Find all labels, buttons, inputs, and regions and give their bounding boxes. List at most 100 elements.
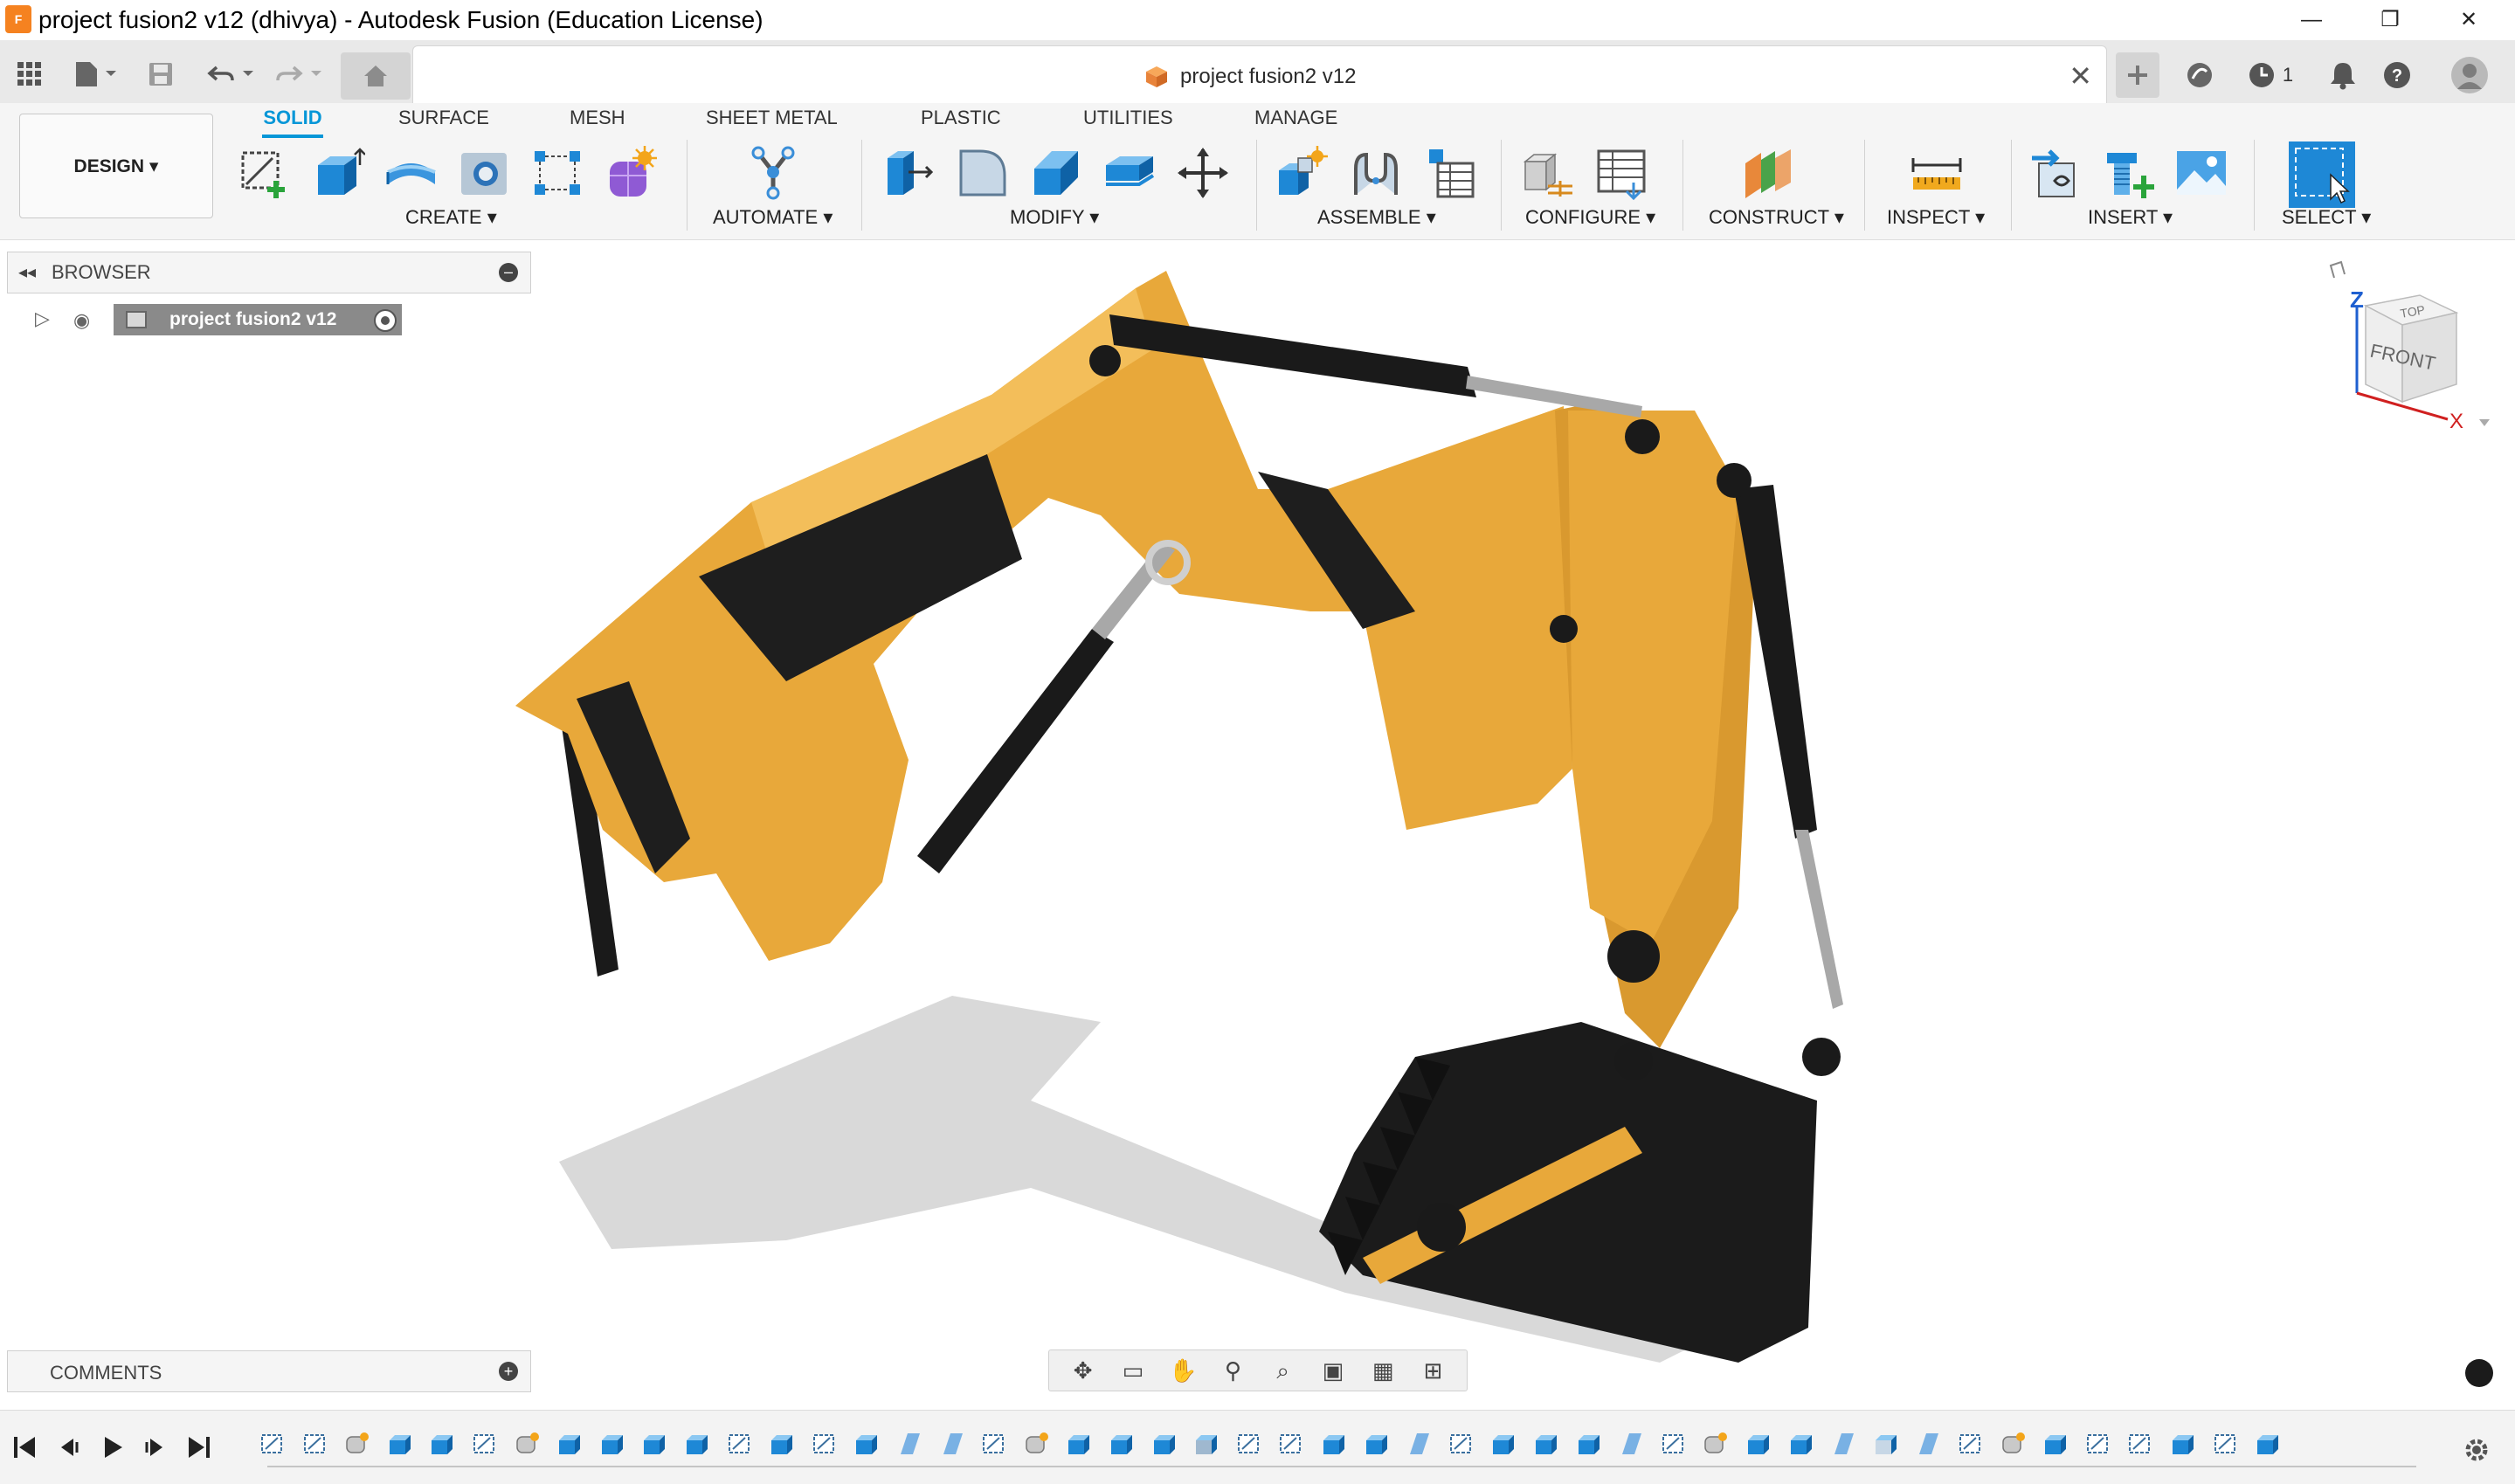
browser-root-node[interactable]: ▷ ◉ project fusion2 v12 bbox=[35, 304, 411, 339]
insert-menu[interactable]: INSERT ▾ bbox=[2088, 204, 2173, 231]
save-icon[interactable] bbox=[143, 49, 178, 100]
fit-icon[interactable]: ⌕ bbox=[1266, 1357, 1301, 1384]
redo-icon[interactable] bbox=[273, 49, 328, 100]
new-tab-icon[interactable] bbox=[2116, 52, 2159, 98]
move-copy-icon[interactable] bbox=[1176, 146, 1230, 200]
timeline-extrude-feature-icon[interactable] bbox=[1065, 1430, 1093, 1458]
inspect-menu[interactable]: INSPECT ▾ bbox=[1887, 204, 1985, 231]
hole-icon[interactable] bbox=[458, 146, 512, 200]
workspace-switcher[interactable]: DESIGN ▾ bbox=[19, 114, 213, 218]
chamfer-icon[interactable] bbox=[1029, 146, 1083, 200]
timeline-sketch-feature-icon[interactable] bbox=[471, 1430, 499, 1458]
timeline-extrude-feature-icon[interactable] bbox=[2254, 1430, 2282, 1458]
tab-manage[interactable]: MANAGE bbox=[1254, 103, 1337, 138]
joint-icon[interactable] bbox=[1349, 146, 1403, 200]
collapse-panel-icon[interactable]: ◂◂ bbox=[18, 261, 36, 283]
automate-menu[interactable]: AUTOMATE ▾ bbox=[713, 204, 833, 231]
home-view-icon[interactable] bbox=[2329, 260, 2346, 279]
minimize-button[interactable]: — bbox=[2277, 0, 2346, 40]
modify-menu[interactable]: MODIFY ▾ bbox=[1010, 204, 1099, 231]
insert-canvas-icon[interactable] bbox=[2175, 146, 2229, 200]
go-to-end-icon[interactable] bbox=[185, 1433, 213, 1461]
create-form-icon[interactable] bbox=[605, 146, 659, 200]
timeline-extrude-feature-icon[interactable] bbox=[428, 1430, 456, 1458]
viewcube-menu-icon[interactable] bbox=[2479, 419, 2490, 426]
timeline-extrude-feature-icon[interactable] bbox=[683, 1430, 711, 1458]
insert-mcmaster-icon[interactable] bbox=[2102, 146, 2156, 200]
extrude-icon[interactable] bbox=[311, 146, 366, 200]
construct-menu[interactable]: CONSTRUCT ▾ bbox=[1709, 204, 1844, 231]
activate-radio-icon[interactable] bbox=[374, 309, 397, 332]
timeline-chamfer-feature-icon[interactable] bbox=[1192, 1430, 1220, 1458]
tab-mesh[interactable]: MESH bbox=[570, 103, 625, 138]
assemble-menu[interactable]: ASSEMBLE ▾ bbox=[1317, 204, 1436, 231]
timeline-sketch-feature-icon[interactable] bbox=[980, 1430, 1008, 1458]
timeline-fillet-feature-icon[interactable] bbox=[1872, 1430, 1900, 1458]
timeline-pattern-feature-icon[interactable] bbox=[1575, 1430, 1603, 1458]
new-component-icon[interactable] bbox=[1275, 146, 1330, 200]
timeline-plane-feature-icon[interactable] bbox=[1617, 1430, 1645, 1458]
timeline-settings-gear-icon[interactable] bbox=[2462, 1435, 2491, 1465]
close-tab-icon[interactable]: ✕ bbox=[2069, 60, 2092, 92]
timeline-extrude-feature-icon[interactable] bbox=[1150, 1430, 1178, 1458]
play-icon[interactable] bbox=[98, 1433, 126, 1461]
add-comment-icon[interactable]: + bbox=[499, 1362, 518, 1381]
root-component-label[interactable]: project fusion2 v12 bbox=[114, 304, 402, 335]
visibility-eye-icon[interactable]: ◉ bbox=[73, 309, 90, 332]
expand-arrow-icon[interactable]: ▷ bbox=[35, 307, 50, 330]
job-status-icon[interactable]: 1 bbox=[2235, 52, 2304, 98]
timeline-sketch-feature-icon[interactable] bbox=[726, 1430, 754, 1458]
timeline-sketch-feature-icon[interactable] bbox=[811, 1430, 839, 1458]
tab-plastic[interactable]: PLASTIC bbox=[921, 103, 1001, 138]
timeline-plane-feature-icon[interactable] bbox=[1914, 1430, 1942, 1458]
timeline-sketch-feature-icon[interactable] bbox=[301, 1430, 329, 1458]
timeline-form-feature-icon[interactable] bbox=[2000, 1430, 2028, 1458]
user-avatar[interactable] bbox=[2446, 52, 2493, 98]
offset-plane-icon[interactable] bbox=[1740, 146, 1794, 200]
timeline-form-feature-icon[interactable] bbox=[343, 1430, 371, 1458]
select-menu[interactable]: SELECT ▾ bbox=[2282, 204, 2371, 231]
tab-utilities[interactable]: UTILITIES bbox=[1083, 103, 1173, 138]
insert-derive-icon[interactable] bbox=[2028, 146, 2083, 200]
sketch-toggle-icon[interactable] bbox=[2465, 1359, 2493, 1387]
timeline-extrude-feature-icon[interactable] bbox=[2169, 1430, 2197, 1458]
timeline-sketch-feature-icon[interactable] bbox=[259, 1430, 287, 1458]
timeline-extrude-feature-icon[interactable] bbox=[1363, 1430, 1391, 1458]
timeline-sketch-feature-icon[interactable] bbox=[1448, 1430, 1475, 1458]
configure-rules-icon[interactable] bbox=[1595, 146, 1649, 201]
measure-icon[interactable] bbox=[1910, 146, 1964, 200]
help-icon[interactable]: ? bbox=[2378, 52, 2416, 98]
home-icon[interactable] bbox=[341, 52, 411, 100]
timeline-extrude-feature-icon[interactable] bbox=[598, 1430, 626, 1458]
close-window-button[interactable]: ✕ bbox=[2434, 0, 2504, 40]
timeline-extrude-feature-icon[interactable] bbox=[1108, 1430, 1136, 1458]
timeline-extrude-feature-icon[interactable] bbox=[2042, 1430, 2069, 1458]
zoom-icon[interactable]: ⚲ bbox=[1215, 1357, 1250, 1384]
press-pull-icon[interactable] bbox=[882, 146, 936, 200]
configure-menu[interactable]: CONFIGURE ▾ bbox=[1525, 204, 1655, 231]
timeline-sketch-feature-icon[interactable] bbox=[1277, 1430, 1305, 1458]
timeline-extrude-feature-icon[interactable] bbox=[1320, 1430, 1348, 1458]
timeline-plane-feature-icon[interactable] bbox=[895, 1430, 923, 1458]
timeline-plane-feature-icon[interactable] bbox=[1405, 1430, 1433, 1458]
revolve-icon[interactable] bbox=[384, 146, 439, 200]
apps-grid-icon[interactable] bbox=[12, 49, 47, 100]
restore-button[interactable]: ❐ bbox=[2355, 0, 2425, 40]
timeline-extrude-feature-icon[interactable] bbox=[1489, 1430, 1517, 1458]
extensions-icon[interactable] bbox=[2180, 52, 2219, 98]
go-to-start-icon[interactable] bbox=[10, 1433, 38, 1461]
timeline-sketch-feature-icon[interactable] bbox=[1660, 1430, 1688, 1458]
undo-icon[interactable] bbox=[204, 49, 260, 100]
file-menu-icon[interactable] bbox=[68, 49, 126, 100]
configure-table-icon[interactable] bbox=[1522, 146, 1576, 200]
excavator-arm-model[interactable] bbox=[472, 245, 1992, 1371]
timeline-form-feature-icon[interactable] bbox=[1023, 1430, 1051, 1458]
timeline-sketch-feature-icon[interactable] bbox=[2084, 1430, 2112, 1458]
timeline-plane-feature-icon[interactable] bbox=[938, 1430, 966, 1458]
timeline-pattern-feature-icon[interactable] bbox=[1532, 1430, 1560, 1458]
create-menu[interactable]: CREATE ▾ bbox=[405, 204, 497, 231]
timeline-extrude-feature-icon[interactable] bbox=[853, 1430, 881, 1458]
step-back-icon[interactable] bbox=[54, 1433, 82, 1461]
select-icon[interactable] bbox=[2289, 141, 2355, 208]
notifications-icon[interactable] bbox=[2324, 52, 2362, 98]
